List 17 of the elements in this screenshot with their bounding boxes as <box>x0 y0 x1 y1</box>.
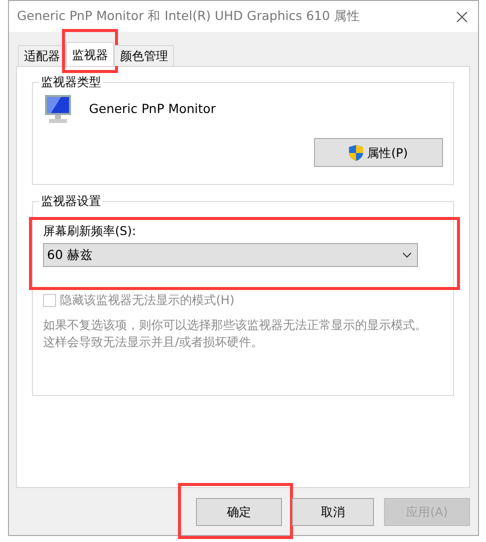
tab[interactable]: 颜色管理 <box>114 45 174 66</box>
group-legend: 监视器设置 <box>39 193 103 209</box>
close-icon[interactable] <box>456 10 468 22</box>
properties-button[interactable]: 属性(P) <box>314 138 443 167</box>
field-label: 屏幕刷新频率(S): <box>43 223 138 240</box>
description-text: 如果不复选该项，则你可以选择那些该监视器无法正常显示的显示模式。 这样会导致无法显示并且/或者损坏硬件。 <box>43 317 428 351</box>
dialog-button[interactable]: 确定 <box>196 498 282 526</box>
chevron-icon <box>402 252 412 258</box>
refresh-rate-dropdown[interactable]: 60 赫兹 <box>43 243 418 267</box>
shield-icon <box>349 144 364 160</box>
checkbox-label: 隐藏该监视器无法显示的模式(H) <box>60 292 234 309</box>
monitor-name: Generic PnP Monitor <box>89 100 216 118</box>
window-title: Generic PnP Monitor 和 Intel(R) UHD Graphics 610 属性 <box>17 7 360 26</box>
tab[interactable]: 适配器 <box>18 45 66 66</box>
tab[interactable]: 监视器 <box>66 42 114 66</box>
dialog-button[interactable]: 取消 <box>292 498 374 526</box>
group-legend: 监视器类型 <box>39 74 103 90</box>
